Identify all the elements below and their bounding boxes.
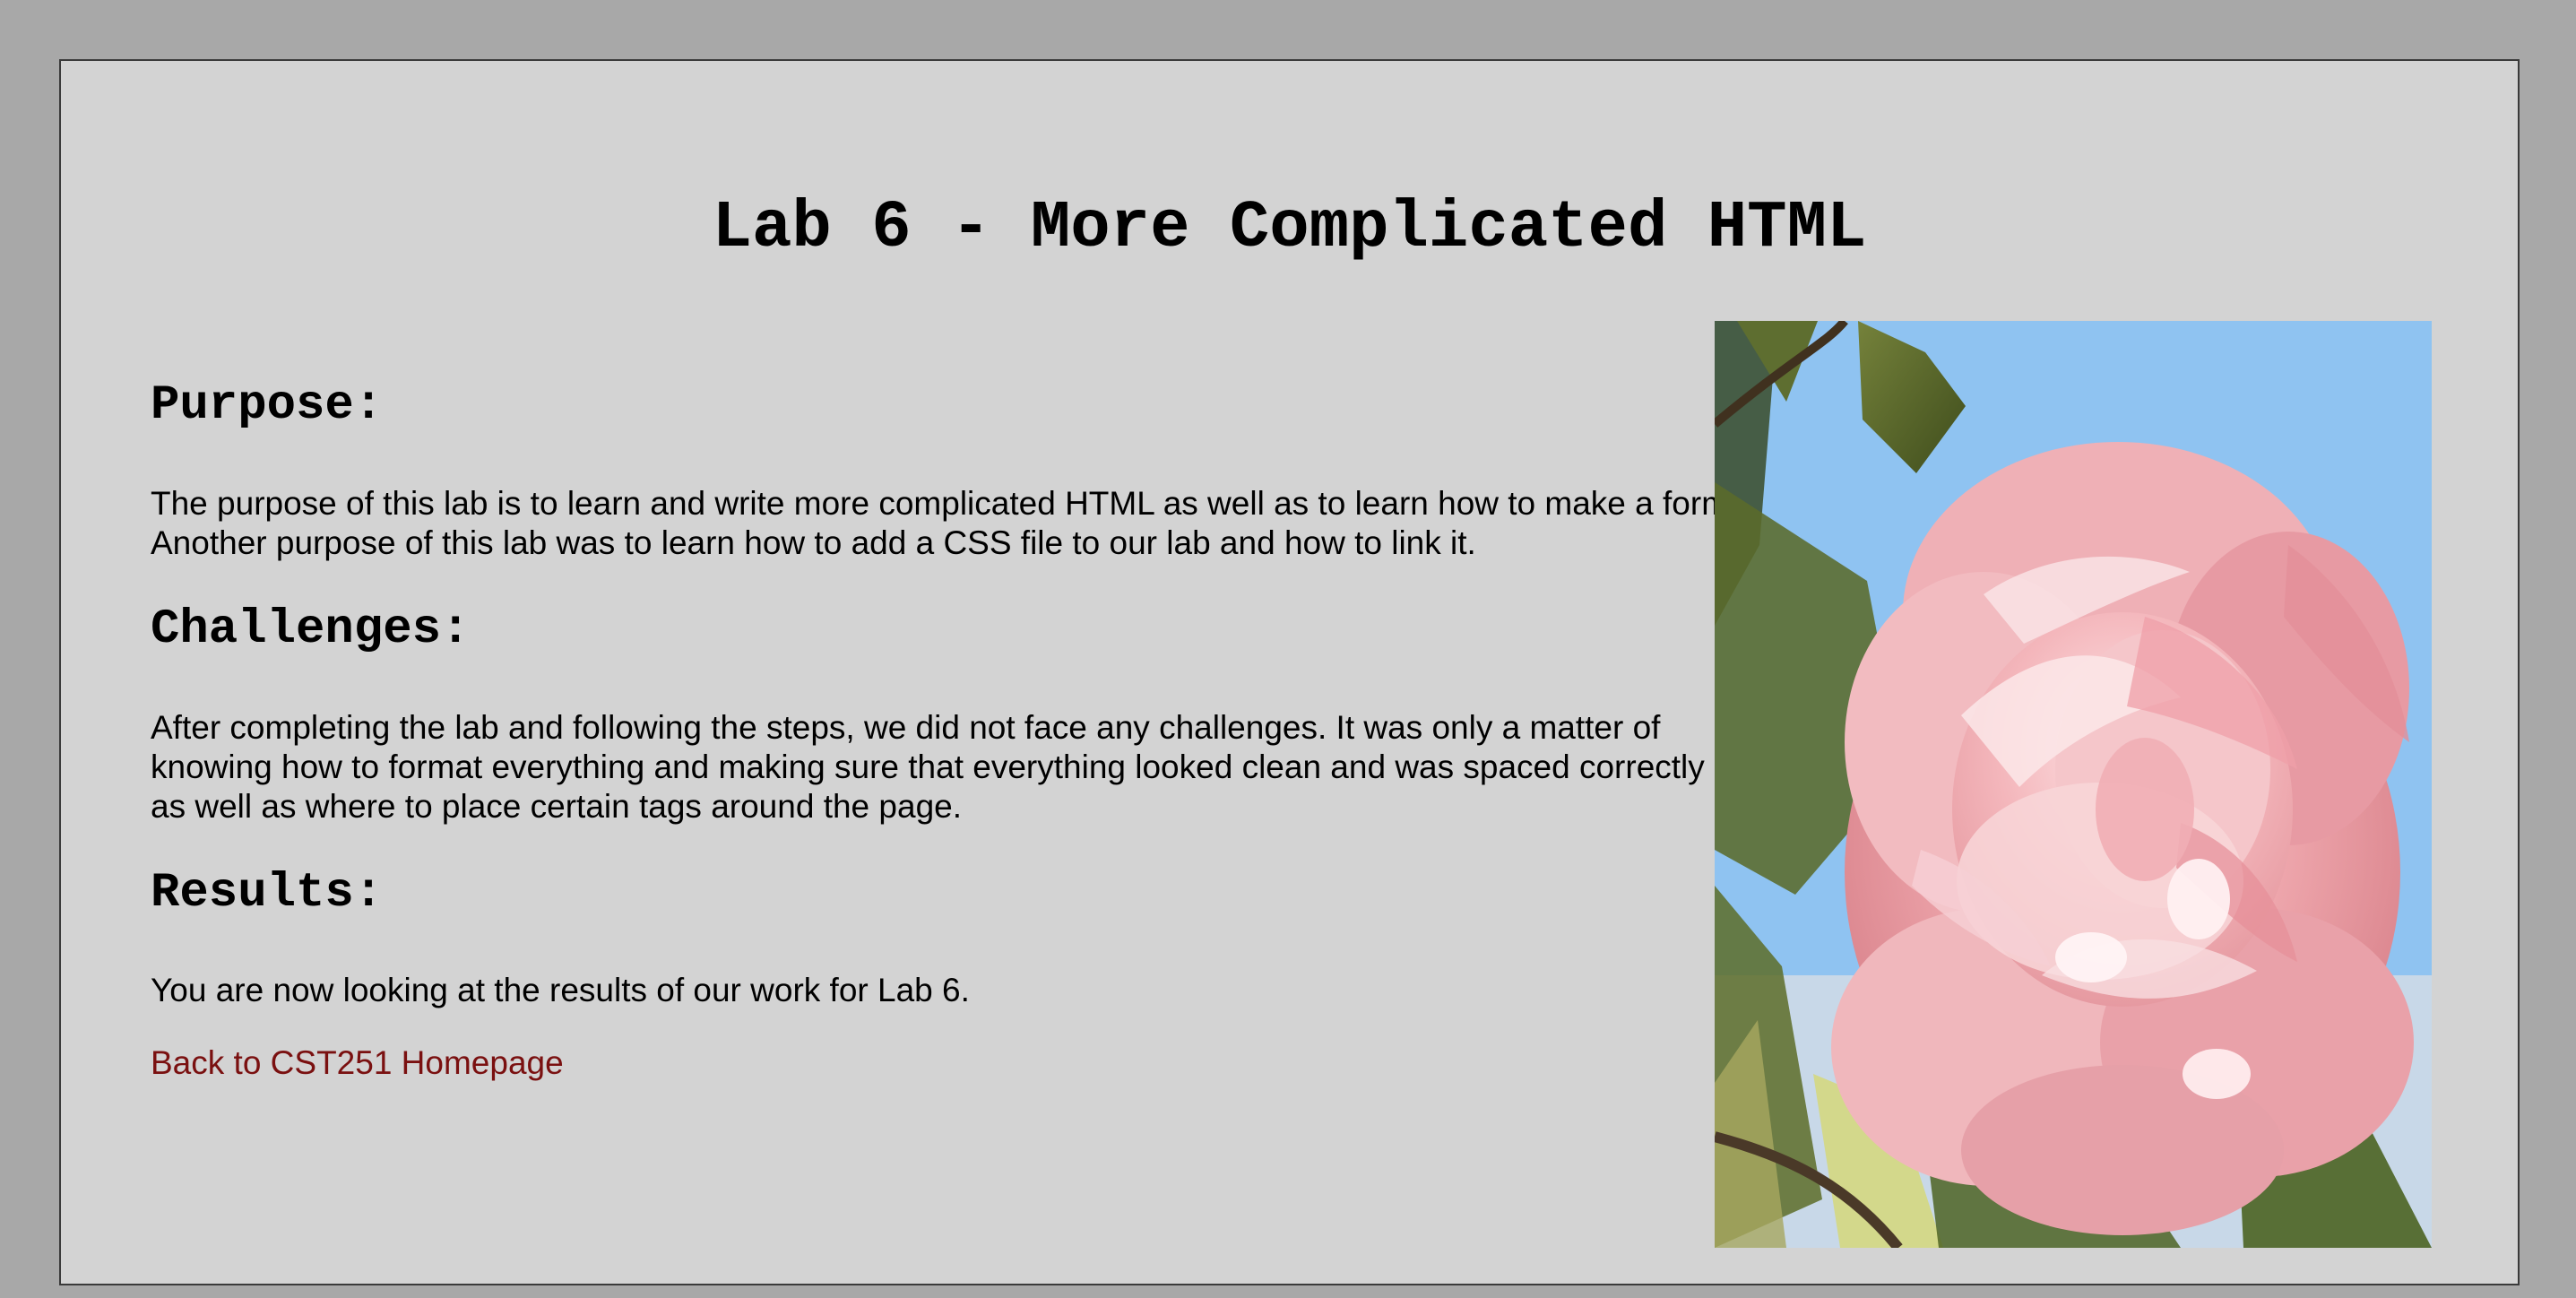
flower-photo (1715, 321, 2432, 1248)
purpose-heading: Purpose: (151, 378, 384, 433)
back-to-homepage-link[interactable]: Back to CST251 Homepage (151, 1043, 564, 1083)
flower-illustration (1715, 321, 2432, 1248)
challenges-heading: Challenges: (151, 602, 471, 657)
challenges-text: After completing the lab and following t… (151, 709, 1705, 825)
results-text: You are now looking at the results of ou… (151, 972, 970, 1008)
purpose-text: The purpose of this lab is to learn and … (151, 485, 1739, 561)
page-title: Lab 6 - More Complicated HTML (712, 191, 1867, 266)
results-heading: Results: (151, 866, 384, 921)
page-container: Lab 6 - More Complicated HTML Purpose: T… (59, 59, 2520, 1285)
